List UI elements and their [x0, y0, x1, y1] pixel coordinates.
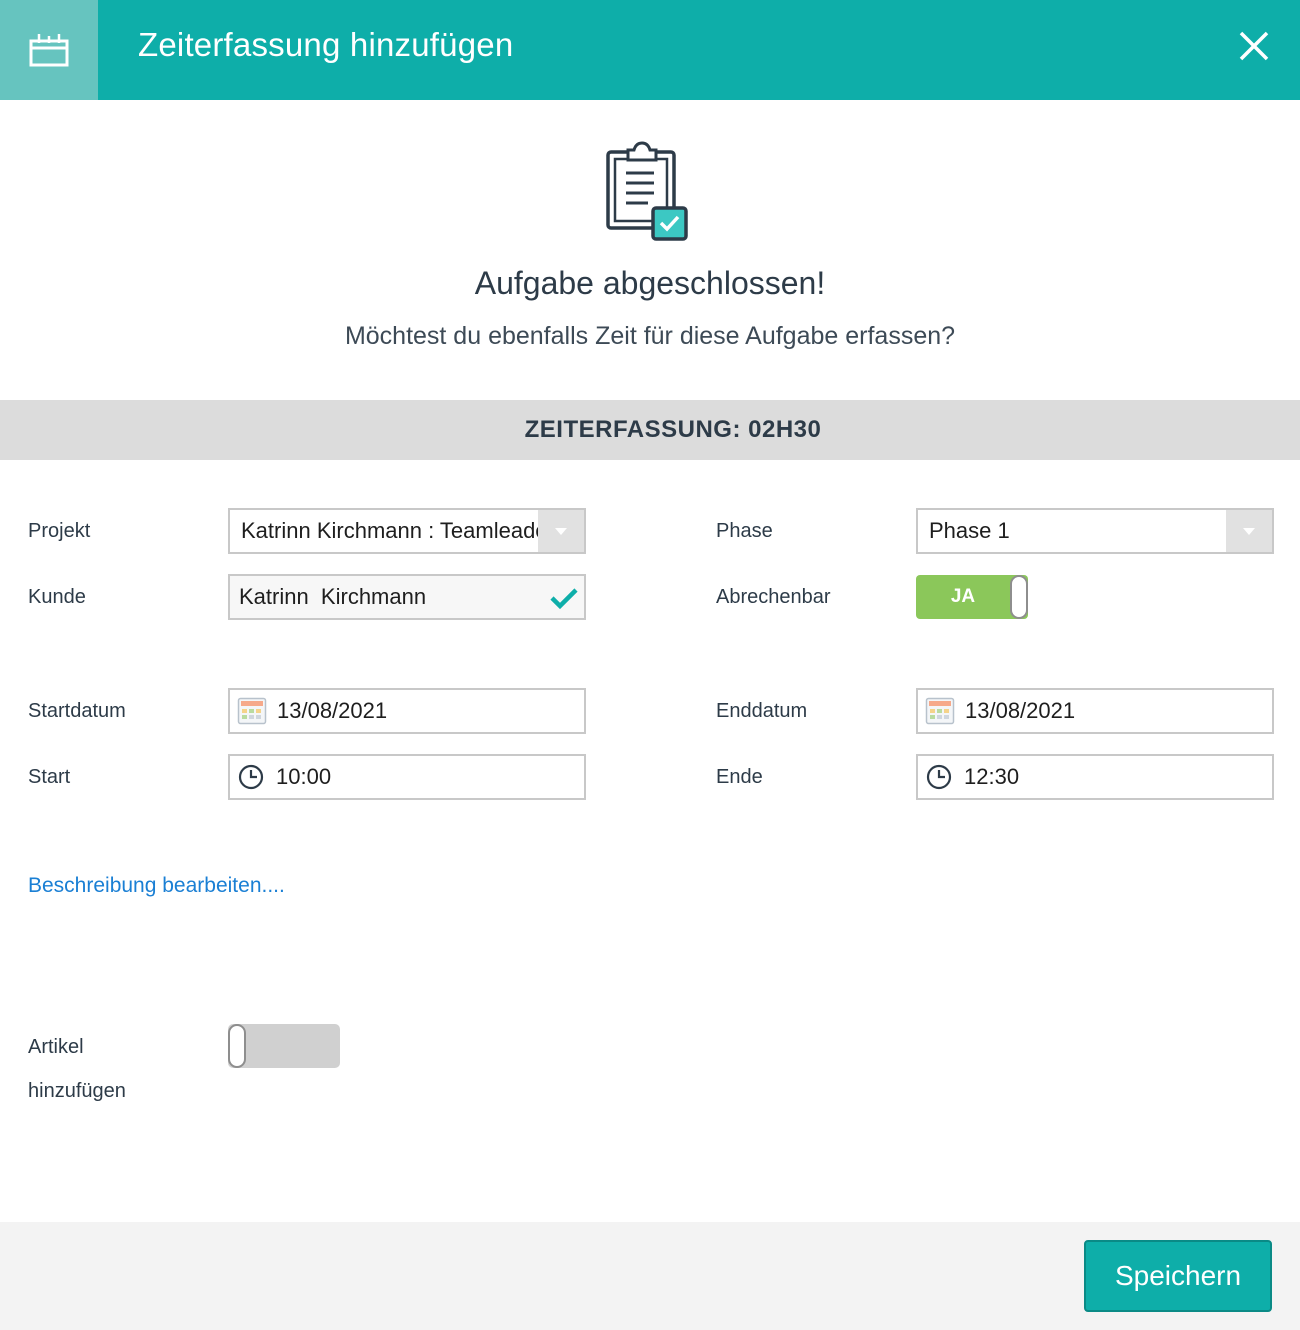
projekt-value: Katrinn Kirchmann : Teamleader	[241, 518, 538, 543]
calendar-icon	[925, 697, 955, 725]
chevron-down-icon	[1226, 510, 1272, 552]
ende-label: Ende	[716, 766, 763, 788]
end-time-value: 12:30	[964, 764, 1020, 789]
artikel-toggle[interactable]	[228, 1024, 340, 1068]
toggle-knob	[1010, 575, 1028, 619]
completion-title: Aufgabe abgeschlossen!	[474, 265, 826, 301]
dialog-title: Zeiterfassung hinzufügen	[138, 26, 514, 63]
startdatum-label: Startdatum	[28, 700, 126, 722]
enddatum-label: Enddatum	[716, 700, 808, 722]
close-icon	[1239, 31, 1269, 61]
calendar-icon	[237, 697, 267, 725]
projekt-label: Projekt	[28, 520, 91, 542]
abrechenbar-toggle[interactable]: JA	[916, 575, 1028, 619]
start-label: Start	[28, 766, 71, 788]
phase-select[interactable]: Phase 1	[916, 508, 1274, 554]
startdatum-value: 13/08/2021	[277, 698, 388, 723]
time-total-label: ZEITERFASSUNG: 02H30	[524, 416, 822, 443]
end-time-input[interactable]: 12:30	[916, 754, 1274, 800]
projekt-select[interactable]: Katrinn Kirchmann : Teamleader	[228, 508, 586, 554]
enddatum-input[interactable]: 13/08/2021	[916, 688, 1274, 734]
start-time-value: 10:00	[276, 764, 332, 789]
kunde-field[interactable]: Katrinn Kirchmann	[228, 574, 586, 620]
enddatum-value: 13/08/2021	[965, 698, 1076, 723]
dialog-header: Zeiterfassung hinzufügen	[0, 0, 1300, 100]
chevron-down-icon	[538, 510, 584, 552]
start-time-input[interactable]: 10:00	[228, 754, 586, 800]
artikel-label-line2: hinzufügen	[28, 1080, 126, 1102]
phase-label: Phase	[716, 520, 773, 542]
close-button[interactable]	[1228, 20, 1280, 72]
clipboard-check-icon	[604, 141, 692, 248]
toggle-state-label: JA	[950, 586, 976, 607]
edit-description-link[interactable]: Beschreibung bearbeiten....	[28, 871, 285, 901]
startdatum-input[interactable]: 13/08/2021	[228, 688, 586, 734]
kunde-value: Katrinn Kirchmann	[239, 584, 427, 609]
clock-icon	[238, 764, 264, 790]
section-header: ZEITERFASSUNG: 02H30	[0, 400, 1300, 460]
kunde-label: Kunde	[28, 586, 86, 608]
toggle-knob	[228, 1024, 246, 1068]
phase-value: Phase 1	[929, 518, 1010, 543]
save-button[interactable]: Speichern	[1084, 1240, 1272, 1312]
calendar-icon	[0, 0, 98, 100]
artikel-label-line1: Artikel	[28, 1036, 84, 1058]
completion-subtitle: Möchtest du ebenfalls Zeit für diese Auf…	[344, 322, 956, 350]
checkmark-icon	[550, 588, 578, 610]
abrechenbar-label: Abrechenbar	[716, 586, 831, 608]
clock-icon	[926, 764, 952, 790]
